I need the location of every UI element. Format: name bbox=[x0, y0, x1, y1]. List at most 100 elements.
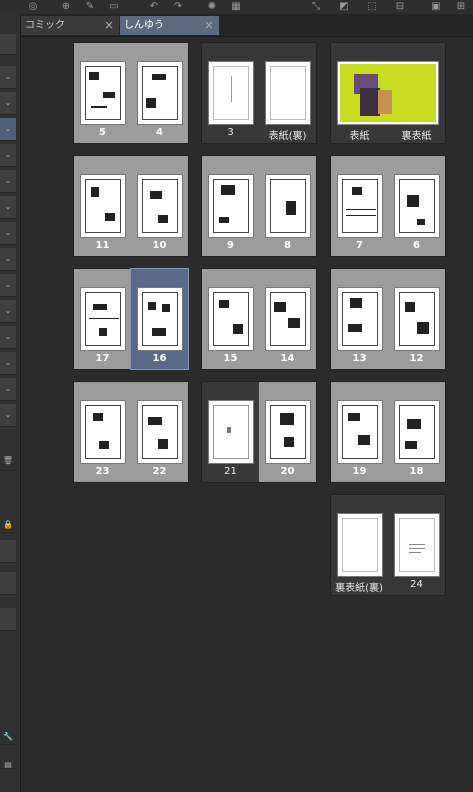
tab-shinyuu[interactable]: しんゆう × bbox=[120, 16, 219, 35]
page-label: 裏表紙(裏) bbox=[335, 583, 383, 594]
page-number: 17 bbox=[95, 353, 110, 364]
page-thumb-7[interactable]: 7 bbox=[331, 156, 388, 256]
page-number: 23 bbox=[95, 466, 110, 477]
chevron-down-icon[interactable]: ⌄ bbox=[0, 326, 16, 349]
page-thumb-13[interactable]: 13 bbox=[331, 269, 388, 369]
page-image bbox=[137, 287, 183, 351]
property-field[interactable] bbox=[0, 572, 16, 595]
page-image bbox=[80, 174, 126, 238]
page-image bbox=[208, 174, 254, 238]
wrench-icon[interactable]: 🔧 bbox=[0, 726, 16, 745]
page-number: 7 bbox=[356, 240, 363, 251]
page-thumb-17[interactable]: 17 bbox=[74, 269, 131, 369]
close-icon[interactable]: × bbox=[204, 16, 214, 35]
page-thumb-12[interactable]: 12 bbox=[388, 269, 445, 369]
page-thumb-5[interactable]: 5 bbox=[74, 43, 131, 143]
select-icon[interactable]: ⬚ bbox=[366, 1, 378, 12]
page-thumb-3[interactable]: 3 bbox=[202, 43, 259, 143]
spread-13-12: 13 12 bbox=[330, 268, 446, 370]
trash-icon[interactable]: 🗑 bbox=[0, 450, 16, 471]
tab-label: しんゆう bbox=[124, 20, 164, 31]
settings-icon[interactable]: ⊞ bbox=[455, 1, 467, 12]
app-icon[interactable]: ◎ bbox=[27, 1, 39, 12]
page-thumb-22[interactable]: 22 bbox=[131, 382, 188, 482]
page-number: 13 bbox=[352, 353, 367, 364]
page-thumb-18[interactable]: 18 bbox=[388, 382, 445, 482]
page-thumb-24[interactable]: 24 bbox=[388, 495, 445, 595]
page-thumb-23[interactable]: 23 bbox=[74, 382, 131, 482]
chevron-down-icon[interactable]: ⌄ bbox=[0, 92, 16, 115]
page-number: 9 bbox=[227, 240, 234, 251]
page-thumb-8[interactable]: 8 bbox=[259, 156, 316, 256]
chevron-down-icon[interactable]: ⌄ bbox=[0, 248, 16, 271]
page-number: 24 bbox=[410, 579, 423, 590]
page-thumb-19[interactable]: 19 bbox=[331, 382, 388, 482]
page-thumb-20[interactable]: 20 bbox=[259, 382, 316, 482]
chevron-down-icon[interactable]: ⌄ bbox=[0, 352, 16, 375]
page-thumb-14[interactable]: 14 bbox=[259, 269, 316, 369]
lock-icon[interactable]: 🔒 bbox=[0, 514, 16, 533]
spread-11-10: 11 10 bbox=[73, 155, 189, 257]
chevron-down-icon[interactable]: ⌄ bbox=[0, 378, 16, 401]
left-side-panel: ⌄ ⌄ ⌄ ⌄ ⌄ ⌄ ⌄ ⌄ ⌄ ⌄ ⌄ ⌄ ⌄ ⌄ 🗑 🔒 🔧 ▤ bbox=[0, 14, 21, 792]
page-image bbox=[265, 61, 311, 125]
chevron-down-icon[interactable]: ⌄ bbox=[0, 118, 16, 141]
pen-icon[interactable]: ✎ bbox=[84, 1, 96, 12]
spread-23-22: 23 22 bbox=[73, 381, 189, 483]
panel-icon[interactable]: ▤ bbox=[0, 754, 16, 769]
chevron-down-icon[interactable]: ⌄ bbox=[0, 170, 16, 193]
page-number: 4 bbox=[156, 127, 163, 138]
page-thumb-11[interactable]: 11 bbox=[74, 156, 131, 256]
page-thumb-15[interactable]: 15 bbox=[202, 269, 259, 369]
page-thumb-10[interactable]: 10 bbox=[131, 156, 188, 256]
page-number: 12 bbox=[409, 353, 424, 364]
chevron-down-icon[interactable]: ⌄ bbox=[0, 222, 16, 245]
tab-bar: コミック × しんゆう × bbox=[0, 14, 473, 37]
new-page-icon[interactable]: ⊕ bbox=[60, 1, 72, 12]
tab-comic[interactable]: コミック × bbox=[21, 16, 119, 35]
fill-icon[interactable]: ◩ bbox=[338, 1, 350, 12]
chevron-down-icon[interactable]: ⌄ bbox=[0, 404, 16, 427]
undo-icon[interactable]: ↶ bbox=[148, 1, 160, 12]
page-number: 5 bbox=[99, 127, 106, 138]
page-thumb-21[interactable]: 21 bbox=[202, 382, 259, 482]
page-image bbox=[137, 61, 183, 125]
page-image bbox=[394, 174, 440, 238]
page-image bbox=[337, 513, 383, 577]
page-number: 10 bbox=[152, 240, 167, 251]
page-image bbox=[80, 287, 126, 351]
tab-label: コミック bbox=[25, 20, 65, 31]
chevron-down-icon[interactable]: ⌄ bbox=[0, 300, 16, 323]
chevron-down-icon[interactable]: ⌄ bbox=[0, 274, 16, 297]
cover-image bbox=[337, 61, 439, 125]
redo-icon[interactable]: ↷ bbox=[172, 1, 184, 12]
page-thumb-6[interactable]: 6 bbox=[388, 156, 445, 256]
spread-21-20: 21 20 bbox=[201, 381, 317, 483]
page-image bbox=[394, 513, 440, 577]
page-image bbox=[137, 400, 183, 464]
ruler-icon[interactable]: ⊟ bbox=[394, 1, 406, 12]
transform-icon[interactable]: ⤡ bbox=[310, 1, 322, 12]
property-field[interactable] bbox=[0, 540, 16, 563]
page-thumb-9[interactable]: 9 bbox=[202, 156, 259, 256]
close-icon[interactable]: × bbox=[104, 16, 114, 35]
view-icon[interactable]: ▣ bbox=[430, 1, 442, 12]
layer-icon[interactable]: ▭ bbox=[108, 1, 120, 12]
page-image bbox=[137, 174, 183, 238]
page-image bbox=[337, 287, 383, 351]
page-thumb-cover-back[interactable]: 表紙(裏) bbox=[259, 43, 316, 143]
grid-icon[interactable]: ▦ bbox=[230, 1, 242, 12]
page-number: 19 bbox=[352, 466, 367, 477]
spinner-icon[interactable]: ✺ bbox=[206, 1, 218, 12]
page-number: 15 bbox=[223, 353, 238, 364]
chevron-down-icon[interactable]: ⌄ bbox=[0, 66, 16, 89]
page-thumb-back-cover-inside[interactable]: 裏表紙(裏) bbox=[331, 495, 388, 595]
chevron-down-icon[interactable]: ⌄ bbox=[0, 144, 16, 167]
property-field[interactable] bbox=[0, 608, 16, 631]
page-thumb-4[interactable]: 4 bbox=[131, 43, 188, 143]
chevron-down-icon[interactable]: ⌄ bbox=[0, 196, 16, 219]
spread-back-cover-24: 裏表紙(裏) 24 bbox=[330, 494, 446, 596]
page-image bbox=[265, 400, 311, 464]
page-image bbox=[337, 174, 383, 238]
page-thumb-16-selected[interactable]: 16 bbox=[130, 268, 189, 370]
